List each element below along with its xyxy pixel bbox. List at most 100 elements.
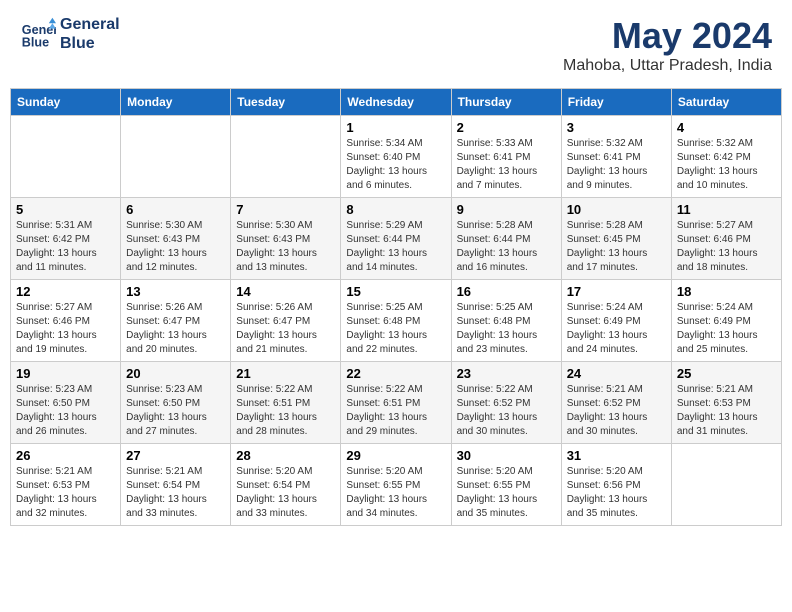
day-number: 12 [16, 284, 115, 299]
day-info: Sunrise: 5:32 AMSunset: 6:41 PMDaylight:… [567, 137, 666, 193]
day-number: 23 [457, 366, 556, 381]
day-number: 28 [236, 448, 335, 463]
day-info: Sunrise: 5:30 AMSunset: 6:43 PMDaylight:… [236, 219, 335, 275]
day-info: Sunrise: 5:26 AMSunset: 6:47 PMDaylight:… [126, 301, 225, 357]
day-number: 14 [236, 284, 335, 299]
day-number: 29 [346, 448, 445, 463]
day-cell [11, 116, 121, 198]
weekday-header-row: SundayMondayTuesdayWednesdayThursdayFrid… [11, 89, 782, 116]
day-cell: 8 Sunrise: 5:29 AMSunset: 6:44 PMDaylight… [341, 198, 451, 280]
day-info: Sunrise: 5:23 AMSunset: 6:50 PMDaylight:… [126, 383, 225, 439]
day-number: 25 [677, 366, 776, 381]
weekday-header-monday: Monday [121, 89, 231, 116]
day-cell: 18 Sunrise: 5:24 AMSunset: 6:49 PMDayligh… [671, 280, 781, 362]
day-cell: 2Sunrise: 5:33 AMSunset: 6:41 PMDaylight… [451, 116, 561, 198]
week-row-1: 1 Sunrise: 5:34 AMSunset: 6:40 PMDaylight… [11, 116, 782, 198]
day-cell: 5Sunrise: 5:31 AMSunset: 6:42 PMDaylight… [11, 198, 121, 280]
day-number: 17 [567, 284, 666, 299]
location-title: Mahoba, Uttar Pradesh, India [563, 57, 772, 75]
day-info: Sunrise: 5:27 AMSunset: 6:46 PMDaylight:… [677, 219, 776, 275]
day-info: Sunrise: 5:24 AMSunset: 6:49 PMDaylight:… [567, 301, 666, 357]
day-cell: 13 Sunrise: 5:26 AMSunset: 6:47 PMDayligh… [121, 280, 231, 362]
day-cell: 3 Sunrise: 5:32 AMSunset: 6:41 PMDaylight… [561, 116, 671, 198]
day-cell: 28 Sunrise: 5:20 AMSunset: 6:54 PMDayligh… [231, 444, 341, 526]
page-header: General Blue General Blue May 2024 Mahob… [10, 10, 782, 80]
day-number: 26 [16, 448, 115, 463]
day-cell: 23 Sunrise: 5:22 AMSunset: 6:52 PMDayligh… [451, 362, 561, 444]
logo: General Blue General Blue [20, 15, 120, 53]
day-info: Sunrise: 5:20 AMSunset: 6:55 PMDaylight:… [457, 465, 556, 521]
day-info: Sunrise: 5:20 AMSunset: 6:54 PMDaylight:… [236, 465, 335, 521]
day-number: 4 [677, 120, 776, 135]
weekday-header-wednesday: Wednesday [341, 89, 451, 116]
day-info: Sunrise: 5:32 AMSunset: 6:42 PMDaylight:… [677, 137, 776, 193]
day-cell: 15Sunrise: 5:25 AMSunset: 6:48 PMDayligh… [341, 280, 451, 362]
day-cell: 10 Sunrise: 5:28 AMSunset: 6:45 PMDayligh… [561, 198, 671, 280]
day-cell: 25Sunrise: 5:21 AMSunset: 6:53 PMDayligh… [671, 362, 781, 444]
day-number: 15 [346, 284, 445, 299]
day-cell [231, 116, 341, 198]
day-cell: 16 Sunrise: 5:25 AMSunset: 6:48 PMDayligh… [451, 280, 561, 362]
day-info: Sunrise: 5:25 AMSunset: 6:48 PMDaylight:… [457, 301, 556, 357]
week-row-5: 26 Sunrise: 5:21 AMSunset: 6:53 PMDayligh… [11, 444, 782, 526]
day-cell: 4 Sunrise: 5:32 AMSunset: 6:42 PMDaylight… [671, 116, 781, 198]
day-number: 10 [567, 202, 666, 217]
day-info: Sunrise: 5:29 AMSunset: 6:44 PMDaylight:… [346, 219, 445, 275]
day-cell: 7Sunrise: 5:30 AMSunset: 6:43 PMDaylight… [231, 198, 341, 280]
day-number: 8 [346, 202, 445, 217]
day-number: 22 [346, 366, 445, 381]
day-number: 2 [457, 120, 556, 135]
day-info: Sunrise: 5:34 AMSunset: 6:40 PMDaylight:… [346, 137, 445, 193]
day-cell: 14 Sunrise: 5:26 AMSunset: 6:47 PMDayligh… [231, 280, 341, 362]
weekday-header-thursday: Thursday [451, 89, 561, 116]
day-number: 1 [346, 120, 445, 135]
day-info: Sunrise: 5:24 AMSunset: 6:49 PMDaylight:… [677, 301, 776, 357]
day-cell [121, 116, 231, 198]
day-cell: 24Sunrise: 5:21 AMSunset: 6:52 PMDayligh… [561, 362, 671, 444]
day-info: Sunrise: 5:21 AMSunset: 6:53 PMDaylight:… [16, 465, 115, 521]
day-number: 5 [16, 202, 115, 217]
day-info: Sunrise: 5:26 AMSunset: 6:47 PMDaylight:… [236, 301, 335, 357]
day-cell: 27 Sunrise: 5:21 AMSunset: 6:54 PMDayligh… [121, 444, 231, 526]
month-title: May 2024 [563, 15, 772, 57]
week-row-2: 5Sunrise: 5:31 AMSunset: 6:42 PMDaylight… [11, 198, 782, 280]
day-number: 6 [126, 202, 225, 217]
day-info: Sunrise: 5:23 AMSunset: 6:50 PMDaylight:… [16, 383, 115, 439]
day-info: Sunrise: 5:20 AMSunset: 6:55 PMDaylight:… [346, 465, 445, 521]
day-cell: 31Sunrise: 5:20 AMSunset: 6:56 PMDayligh… [561, 444, 671, 526]
day-info: Sunrise: 5:22 AMSunset: 6:52 PMDaylight:… [457, 383, 556, 439]
day-number: 20 [126, 366, 225, 381]
day-info: Sunrise: 5:22 AMSunset: 6:51 PMDaylight:… [236, 383, 335, 439]
day-cell: 6 Sunrise: 5:30 AMSunset: 6:43 PMDaylight… [121, 198, 231, 280]
day-number: 13 [126, 284, 225, 299]
day-info: Sunrise: 5:27 AMSunset: 6:46 PMDaylight:… [16, 301, 115, 357]
week-row-3: 12 Sunrise: 5:27 AMSunset: 6:46 PMDayligh… [11, 280, 782, 362]
day-number: 27 [126, 448, 225, 463]
day-cell: 26 Sunrise: 5:21 AMSunset: 6:53 PMDayligh… [11, 444, 121, 526]
day-number: 21 [236, 366, 335, 381]
day-info: Sunrise: 5:28 AMSunset: 6:45 PMDaylight:… [567, 219, 666, 275]
day-cell: 30 Sunrise: 5:20 AMSunset: 6:55 PMDayligh… [451, 444, 561, 526]
day-info: Sunrise: 5:30 AMSunset: 6:43 PMDaylight:… [126, 219, 225, 275]
day-info: Sunrise: 5:21 AMSunset: 6:54 PMDaylight:… [126, 465, 225, 521]
day-number: 16 [457, 284, 556, 299]
title-area: May 2024 Mahoba, Uttar Pradesh, India [563, 15, 772, 75]
day-number: 19 [16, 366, 115, 381]
logo-icon: General Blue [20, 16, 56, 52]
day-cell: 17 Sunrise: 5:24 AMSunset: 6:49 PMDayligh… [561, 280, 671, 362]
logo-general: General [60, 15, 120, 34]
day-number: 30 [457, 448, 556, 463]
svg-text:Blue: Blue [22, 36, 49, 50]
week-row-4: 19 Sunrise: 5:23 AMSunset: 6:50 PMDayligh… [11, 362, 782, 444]
day-cell: 1 Sunrise: 5:34 AMSunset: 6:40 PMDaylight… [341, 116, 451, 198]
day-cell [671, 444, 781, 526]
day-cell: 22Sunrise: 5:22 AMSunset: 6:51 PMDayligh… [341, 362, 451, 444]
day-number: 3 [567, 120, 666, 135]
day-number: 18 [677, 284, 776, 299]
day-cell: 29 Sunrise: 5:20 AMSunset: 6:55 PMDayligh… [341, 444, 451, 526]
weekday-header-friday: Friday [561, 89, 671, 116]
day-info: Sunrise: 5:28 AMSunset: 6:44 PMDaylight:… [457, 219, 556, 275]
day-info: Sunrise: 5:21 AMSunset: 6:52 PMDaylight:… [567, 383, 666, 439]
weekday-header-sunday: Sunday [11, 89, 121, 116]
day-number: 9 [457, 202, 556, 217]
